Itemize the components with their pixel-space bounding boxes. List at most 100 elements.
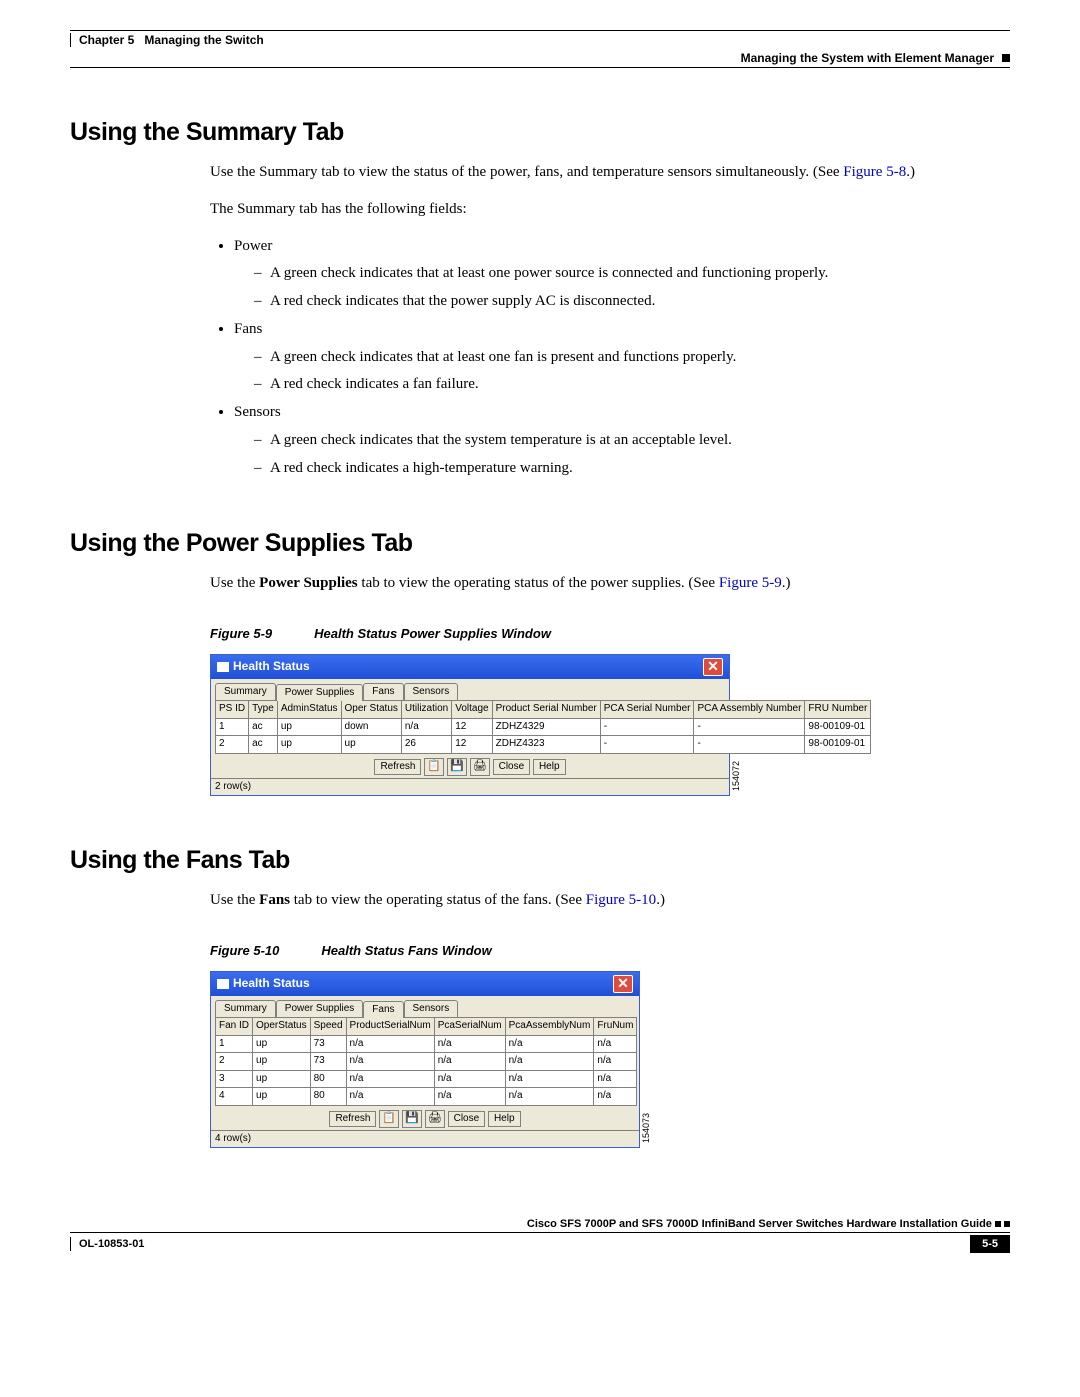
table-cell: 80 <box>310 1070 346 1088</box>
table-row[interactable]: 3up80n/an/an/an/a <box>216 1070 637 1088</box>
header-rule-left <box>70 33 71 47</box>
tab-sensors[interactable]: Sensors <box>404 1000 459 1018</box>
column-header: Product Serial Number <box>492 701 600 719</box>
window-title: Health Status <box>217 658 310 675</box>
table-cell: ZDHZ4329 <box>492 718 600 736</box>
link-figure-5-10[interactable]: Figure 5-10 <box>586 892 656 908</box>
window-title: Health Status <box>217 975 310 992</box>
footer-rule <box>70 1237 71 1251</box>
copy-icon[interactable]: 📋 <box>424 758 444 776</box>
table-cell: n/a <box>346 1070 434 1088</box>
table-cell: n/a <box>505 1035 594 1053</box>
tab-summary[interactable]: Summary <box>215 683 276 701</box>
link-figure-5-9[interactable]: Figure 5-9 <box>719 575 782 591</box>
tab-fans[interactable]: Fans <box>363 683 403 701</box>
table-cell: 80 <box>310 1088 346 1106</box>
table-cell: ac <box>249 736 278 754</box>
tab-fans[interactable]: Fans <box>363 1001 403 1019</box>
table-row[interactable]: 2acupup2612ZDHZ4323--98-00109-01 <box>216 736 871 754</box>
status-bar: 2 row(s) <box>211 778 729 796</box>
heading-fans: Using the Fans Tab <box>70 846 1010 875</box>
column-header: Utilization <box>401 701 451 719</box>
close-button-toolbar[interactable]: Close <box>448 1111 486 1127</box>
summary-paragraph-1: Use the Summary tab to view the status o… <box>210 162 1010 184</box>
health-status-power-window: Health Status ✕ SummaryPower SuppliesFan… <box>210 654 730 797</box>
table-cell: n/a <box>434 1053 505 1071</box>
figure-5-9-caption: Figure 5-9Health Status Power Supplies W… <box>210 625 1010 644</box>
summary-paragraph-2: The Summary tab has the following fields… <box>210 199 1010 221</box>
table-cell: n/a <box>594 1088 637 1106</box>
bullet-sensors: Sensors A green check indicates that the… <box>234 402 1010 479</box>
heading-summary: Using the Summary Tab <box>70 118 1010 147</box>
table-cell: - <box>694 736 805 754</box>
copy-icon[interactable]: 📋 <box>379 1110 399 1128</box>
table-cell: n/a <box>594 1053 637 1071</box>
close-button[interactable]: ✕ <box>703 658 723 676</box>
refresh-button[interactable]: Refresh <box>329 1111 376 1127</box>
table-cell: n/a <box>346 1088 434 1106</box>
save-icon[interactable]: 💾 <box>402 1110 422 1128</box>
table-cell: n/a <box>594 1035 637 1053</box>
tab-sensors[interactable]: Sensors <box>404 683 459 701</box>
table-row[interactable]: 4up80n/an/an/an/a <box>216 1088 637 1106</box>
table-row[interactable]: 1up73n/an/an/an/a <box>216 1035 637 1053</box>
link-figure-5-8[interactable]: Figure 5-8 <box>843 164 906 180</box>
table-cell: n/a <box>434 1070 505 1088</box>
column-header: PcaAssemblyNum <box>505 1018 594 1036</box>
save-icon[interactable]: 💾 <box>447 758 467 776</box>
table-cell: n/a <box>505 1088 594 1106</box>
column-header: PCA Serial Number <box>600 701 694 719</box>
print-icon[interactable]: 🖨 <box>470 758 490 776</box>
tab-power-supplies[interactable]: Power Supplies <box>276 684 363 702</box>
fans-table: Fan IDOperStatusSpeedProductSerialNumPca… <box>215 1017 637 1106</box>
figure-id: 154072 <box>730 761 743 791</box>
table-cell: up <box>341 736 401 754</box>
column-header: OperStatus <box>253 1018 311 1036</box>
table-cell: 73 <box>310 1035 346 1053</box>
table-cell: - <box>694 718 805 736</box>
bullet-power: Power A green check indicates that at le… <box>234 236 1010 313</box>
column-header: FRU Number <box>805 701 871 719</box>
tab-power-supplies[interactable]: Power Supplies <box>276 1000 363 1018</box>
column-header: ProductSerialNum <box>346 1018 434 1036</box>
bullet-power-red: A red check indicates that the power sup… <box>258 291 1010 313</box>
column-header: Oper Status <box>341 701 401 719</box>
table-cell: 1 <box>216 718 249 736</box>
table-cell: n/a <box>505 1070 594 1088</box>
table-cell: n/a <box>434 1088 505 1106</box>
column-header: PS ID <box>216 701 249 719</box>
window-icon <box>217 979 229 989</box>
column-header: PCA Assembly Number <box>694 701 805 719</box>
table-cell: 4 <box>216 1088 253 1106</box>
print-icon[interactable]: 🖨 <box>425 1110 445 1128</box>
table-cell: up <box>253 1088 311 1106</box>
close-button[interactable]: ✕ <box>613 975 633 993</box>
help-button[interactable]: Help <box>533 759 566 775</box>
chapter-label: Chapter 5 Managing the Switch <box>79 33 264 47</box>
table-row[interactable]: 1acupdownn/a12ZDHZ4329--98-00109-01 <box>216 718 871 736</box>
table-cell: ac <box>249 718 278 736</box>
help-button[interactable]: Help <box>488 1111 521 1127</box>
close-button-toolbar[interactable]: Close <box>493 759 531 775</box>
table-cell: n/a <box>346 1035 434 1053</box>
refresh-button[interactable]: Refresh <box>374 759 421 775</box>
table-cell: up <box>253 1053 311 1071</box>
table-row[interactable]: 2up73n/an/an/an/a <box>216 1053 637 1071</box>
table-cell: 98-00109-01 <box>805 736 871 754</box>
window-icon <box>217 662 229 672</box>
footer-guide-title: Cisco SFS 7000P and SFS 7000D InfiniBand… <box>70 1218 1010 1233</box>
footer-page-number: 5-5 <box>970 1235 1010 1253</box>
table-cell: 2 <box>216 736 249 754</box>
table-cell: n/a <box>401 718 451 736</box>
column-header: PcaSerialNum <box>434 1018 505 1036</box>
column-header: Voltage <box>452 701 492 719</box>
bullet-power-green: A green check indicates that at least on… <box>258 263 1010 285</box>
table-cell: ZDHZ4323 <box>492 736 600 754</box>
header-square-marker <box>1002 54 1010 62</box>
table-cell: up <box>277 736 341 754</box>
bullet-fans: Fans A green check indicates that at lea… <box>234 319 1010 396</box>
table-cell: n/a <box>505 1053 594 1071</box>
figure-5-10-caption: Figure 5-10Health Status Fans Window <box>210 942 1010 961</box>
tab-summary[interactable]: Summary <box>215 1000 276 1018</box>
table-cell: up <box>253 1035 311 1053</box>
